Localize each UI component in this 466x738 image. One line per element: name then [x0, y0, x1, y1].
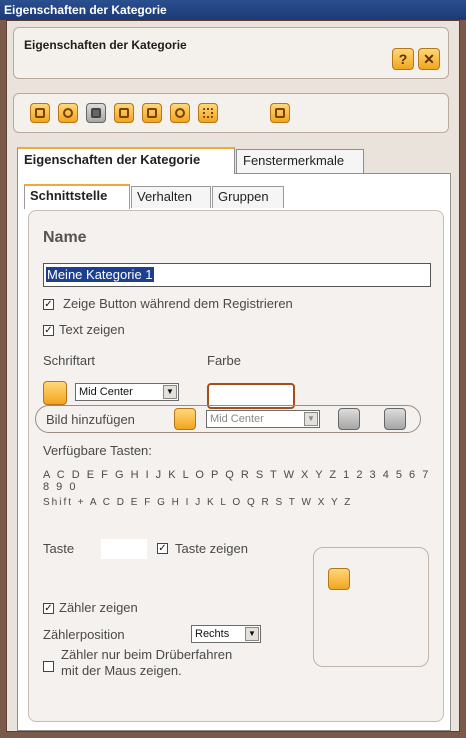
counter-hover-label-line1: Zähler nur beim Drüberfahren: [61, 647, 233, 662]
counter-position-value: Rechts: [195, 628, 230, 640]
remove-image-button[interactable]: [338, 408, 360, 430]
counter-preview-area: [313, 547, 429, 667]
available-keys-label: Verfügbare Tasten:: [43, 443, 152, 458]
show-key-label: Taste zeigen: [175, 541, 248, 556]
show-key-checkbox[interactable]: ✓: [157, 543, 168, 554]
font-align-value: Mid Center: [79, 386, 133, 398]
counter-hover-checkbox[interactable]: [43, 661, 54, 672]
stop-icon[interactable]: [86, 103, 106, 123]
chevron-down-icon: ▼: [163, 385, 177, 399]
show-text-label: Text zeigen: [59, 322, 125, 337]
tab-behavior[interactable]: Verhalten: [131, 186, 211, 208]
dialog-body: Eigenschaften der Kategorie ? ✕ Eigensch…: [6, 20, 460, 732]
counter-icon-button[interactable]: [328, 568, 350, 590]
tab-window-features[interactable]: Fenstermerkmale: [236, 149, 364, 173]
grid-icon[interactable]: [198, 103, 218, 123]
dialog-header: Eigenschaften der Kategorie ? ✕: [13, 27, 449, 79]
name-input[interactable]: Meine Kategorie 1: [43, 263, 431, 287]
header-title: Eigenschaften der Kategorie: [24, 38, 187, 52]
color-label: Farbe: [207, 353, 241, 368]
available-keys-row2: Shift + A C D E F G H I J K L O Q R S T …: [43, 497, 353, 508]
image-align-select[interactable]: Mid Center ▼: [206, 410, 320, 428]
hexagon-icon[interactable]: [58, 103, 78, 123]
toolbar: [13, 93, 449, 133]
add-image-row: Bild hinzufügen Mid Center ▼: [35, 405, 421, 433]
tab-category-properties[interactable]: Eigenschaften der Kategorie: [17, 147, 235, 174]
properties-window: Eigenschaften der Kategorie Eigenschafte…: [0, 0, 466, 738]
key-input[interactable]: [101, 539, 147, 559]
show-counter-checkbox[interactable]: ✓: [43, 603, 54, 614]
name-heading: Name: [43, 229, 87, 246]
help-button[interactable]: ?: [392, 48, 414, 70]
show-button-register-label: Zeige Button während dem Registrieren: [63, 296, 293, 311]
font-label: Schriftart: [43, 353, 96, 368]
stop-image-button[interactable]: [384, 408, 406, 430]
font-align-select[interactable]: Mid Center ▼: [75, 383, 179, 401]
list-icon[interactable]: [142, 103, 162, 123]
main-tab-panel: Schnittstelle Verhalten Gruppen Name Mei…: [17, 173, 451, 731]
show-counter-label: Zähler zeigen: [59, 600, 138, 615]
hand-icon[interactable]: [114, 103, 134, 123]
chevron-down-icon: ▼: [245, 627, 259, 641]
key-label: Taste: [43, 541, 75, 556]
close-button[interactable]: ✕: [418, 48, 440, 70]
window-icon[interactable]: [270, 103, 290, 123]
font-picker-button[interactable]: [43, 381, 67, 405]
paint-icon[interactable]: [170, 103, 190, 123]
counter-position-label: Zählerposition: [43, 627, 125, 642]
image-picker-button[interactable]: [174, 408, 196, 430]
show-text-checkbox[interactable]: ✓: [43, 325, 54, 336]
counter-hover-label-line2: mit der Maus zeigen.: [61, 663, 182, 678]
brush-icon[interactable]: [30, 103, 50, 123]
image-align-value: Mid Center: [210, 413, 264, 425]
name-input-value: Meine Kategorie 1: [46, 267, 154, 282]
add-image-label: Bild hinzufügen: [46, 412, 135, 427]
tab-groups[interactable]: Gruppen: [212, 186, 284, 208]
counter-position-select[interactable]: Rechts ▼: [191, 625, 261, 643]
window-title: Eigenschaften der Kategorie: [0, 0, 466, 20]
tab-interface[interactable]: Schnittstelle: [24, 184, 130, 209]
interface-panel: Name Meine Kategorie 1 ✓ Zeige Button wä…: [28, 210, 444, 722]
chevron-down-icon: ▼: [304, 412, 318, 426]
available-keys-row1: A C D E F G H I J K L O P Q R S T W X Y …: [43, 469, 431, 493]
show-button-register-checkbox[interactable]: ✓: [43, 299, 54, 310]
